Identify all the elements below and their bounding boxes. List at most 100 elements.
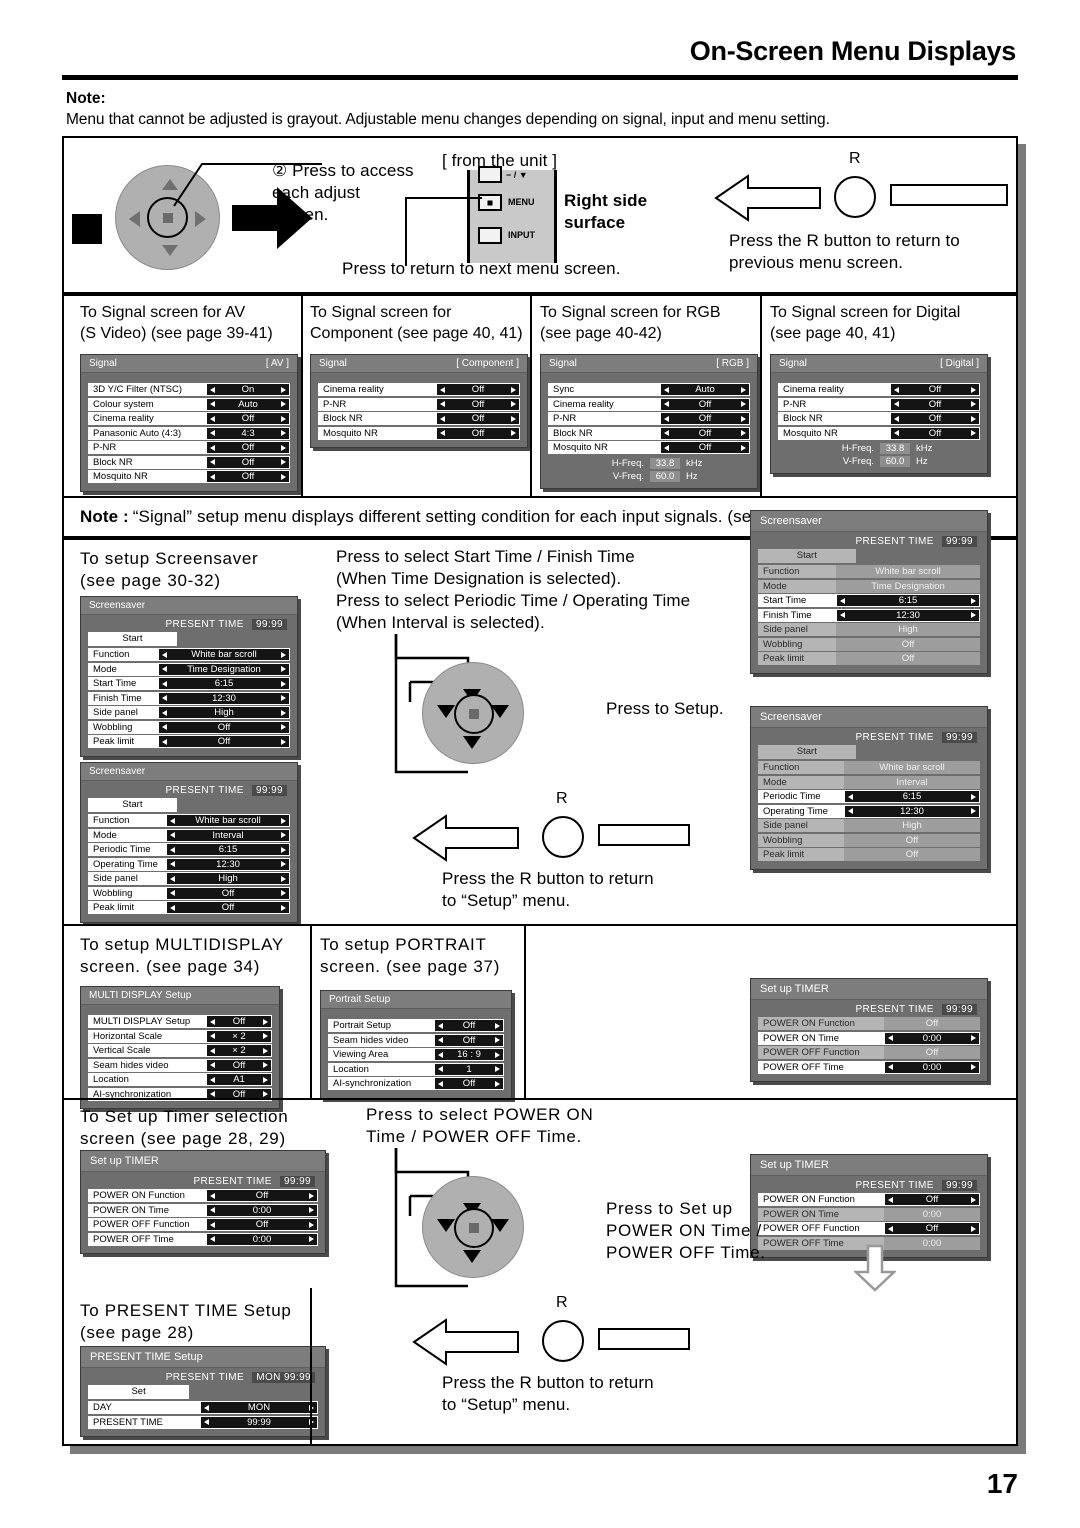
decrease-arrow-icon[interactable] (848, 808, 853, 814)
increase-arrow-icon[interactable] (281, 832, 286, 838)
decrease-arrow-icon[interactable] (210, 1033, 215, 1039)
osd-row-value[interactable]: On (206, 383, 290, 396)
decrease-arrow-icon[interactable] (840, 597, 845, 604)
r-button-top[interactable] (834, 176, 876, 218)
osd-row-value[interactable]: Off (206, 470, 290, 483)
osd-row[interactable]: Cinema reality Off (778, 383, 980, 396)
decrease-arrow-icon[interactable] (210, 459, 215, 465)
osd-start-button[interactable]: Start (758, 549, 856, 563)
increase-arrow-icon[interactable] (281, 846, 286, 853)
decrease-arrow-icon[interactable] (210, 1236, 215, 1242)
increase-arrow-icon[interactable] (971, 430, 976, 436)
osd-row-value[interactable]: Off (434, 1077, 504, 1090)
osd-row-value[interactable]: Off (836, 652, 980, 665)
osd-row-value[interactable]: 99:99 (200, 1415, 318, 1429)
decrease-arrow-icon[interactable] (440, 401, 445, 407)
osd-row[interactable]: Cinema reality Off (548, 397, 750, 411)
osd-row-value[interactable]: 0:00 (884, 1236, 980, 1250)
increase-arrow-icon[interactable] (281, 651, 286, 658)
osd-row[interactable]: PRESENT TIME 99:99 (88, 1415, 318, 1429)
osd-row[interactable]: POWER OFF Time 0:00 (88, 1232, 318, 1246)
decrease-arrow-icon[interactable] (210, 430, 215, 436)
osd-row[interactable]: Block NR Off (778, 412, 980, 425)
osd-row[interactable]: Mode Interval (758, 775, 980, 789)
osd-row-value[interactable]: Off (206, 455, 290, 469)
osd-row-value[interactable]: Off (884, 1046, 980, 1059)
screensaver-nav-down-icon[interactable] (463, 736, 481, 749)
increase-arrow-icon[interactable] (741, 386, 746, 393)
osd-row[interactable]: Finish Time 12:30 (88, 691, 290, 705)
osd-row[interactable]: Periodic Time 6:15 (758, 790, 980, 803)
osd-row[interactable]: Mosquito NR Off (88, 470, 290, 483)
increase-arrow-icon[interactable] (971, 386, 976, 393)
osd-row-value[interactable]: White bar scroll (844, 761, 980, 774)
decrease-arrow-icon[interactable] (170, 832, 175, 838)
increase-arrow-icon[interactable] (281, 861, 286, 867)
osd-row[interactable]: Location 1 (328, 1062, 504, 1076)
osd-row[interactable]: Wobbling Off (758, 637, 980, 651)
decrease-arrow-icon[interactable] (664, 430, 669, 436)
osd-row[interactable]: Horizontal Scale × 2 (88, 1029, 272, 1043)
osd-row-value[interactable]: Off (660, 412, 750, 425)
nav-left-icon[interactable] (129, 211, 140, 227)
increase-arrow-icon[interactable] (281, 430, 286, 436)
osd-row[interactable]: Function White bar scroll (88, 648, 290, 661)
osd-row[interactable]: DAY MON (88, 1401, 318, 1414)
osd-row-value[interactable]: Off (436, 412, 520, 425)
osd-row-value[interactable]: Off (206, 1058, 272, 1072)
increase-arrow-icon[interactable] (495, 1022, 500, 1029)
osd-row[interactable]: Operating Time 12:30 (758, 804, 980, 818)
osd-row[interactable]: Seam hides video Off (88, 1058, 272, 1072)
osd-row[interactable]: Start Time 6:15 (88, 677, 290, 690)
osd-row-value[interactable]: Off (436, 426, 520, 440)
osd-row[interactable]: Start Time 6:15 (758, 594, 980, 607)
decrease-arrow-icon[interactable] (210, 1062, 215, 1068)
decrease-arrow-icon[interactable] (888, 1064, 893, 1070)
increase-arrow-icon[interactable] (495, 1080, 500, 1087)
osd-row-value[interactable]: Off (890, 383, 980, 396)
osd-row-value[interactable]: Interval (844, 775, 980, 789)
increase-arrow-icon[interactable] (263, 1047, 268, 1054)
osd-row[interactable]: Viewing Area 16 : 9 (328, 1048, 504, 1061)
osd-row-value[interactable]: High (844, 819, 980, 832)
increase-arrow-icon[interactable] (741, 444, 746, 451)
decrease-arrow-icon[interactable] (664, 386, 669, 393)
increase-arrow-icon[interactable] (263, 1018, 268, 1025)
osd-row-value[interactable]: Off (884, 1193, 980, 1206)
increase-arrow-icon[interactable] (281, 415, 286, 422)
increase-arrow-icon[interactable] (741, 415, 746, 422)
increase-arrow-icon[interactable] (971, 808, 976, 814)
decrease-arrow-icon[interactable] (162, 680, 167, 687)
osd-row[interactable]: Portrait Setup Off (328, 1019, 504, 1032)
decrease-arrow-icon[interactable] (888, 1196, 893, 1203)
decrease-arrow-icon[interactable] (894, 401, 899, 407)
osd-row-value[interactable]: Off (836, 637, 980, 651)
decrease-arrow-icon[interactable] (438, 1066, 443, 1072)
osd-row-value[interactable]: Off (660, 397, 750, 411)
decrease-arrow-icon[interactable] (894, 415, 899, 422)
increase-arrow-icon[interactable] (511, 415, 516, 422)
increase-arrow-icon[interactable] (281, 724, 286, 730)
decrease-arrow-icon[interactable] (440, 415, 445, 422)
osd-row-value[interactable]: A1 (206, 1073, 272, 1086)
increase-arrow-icon[interactable] (281, 709, 286, 716)
osd-row[interactable]: Wobbling Off (88, 720, 290, 734)
timer-nav-left-icon[interactable] (437, 1219, 455, 1232)
decrease-arrow-icon[interactable] (162, 709, 167, 716)
osd-row-value[interactable]: Off (890, 412, 980, 425)
increase-arrow-icon[interactable] (281, 695, 286, 701)
osd-start-button[interactable]: Start (88, 798, 177, 812)
osd-row-value[interactable]: 0:00 (884, 1031, 980, 1045)
osd-row-value[interactable]: 0:00 (206, 1232, 318, 1246)
osd-row[interactable]: POWER OFF Function Off (758, 1046, 980, 1059)
osd-row-value[interactable]: Auto (660, 383, 750, 396)
increase-arrow-icon[interactable] (741, 430, 746, 436)
unit-minus-down-button[interactable] (478, 166, 502, 183)
r-button-timer[interactable] (542, 1320, 584, 1362)
osd-row-value[interactable]: White bar scroll (836, 565, 980, 578)
decrease-arrow-icon[interactable] (170, 875, 175, 882)
osd-row-value[interactable]: 1 (434, 1062, 504, 1076)
osd-row[interactable]: Vertical Scale × 2 (88, 1044, 272, 1057)
decrease-arrow-icon[interactable] (888, 1035, 893, 1041)
increase-arrow-icon[interactable] (309, 1192, 314, 1199)
